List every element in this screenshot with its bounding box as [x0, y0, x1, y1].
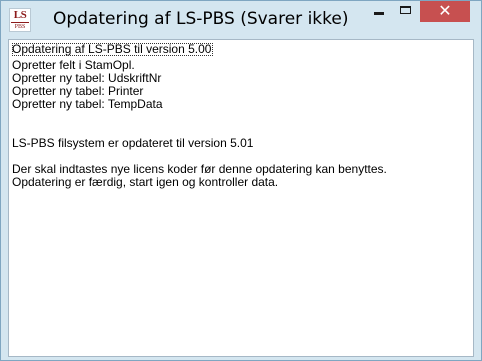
log-line[interactable]	[12, 111, 470, 124]
close-icon: ✕	[438, 1, 452, 20]
title-bar[interactable]: LS PBS Opdatering af LS-PBS (Svarer ikke…	[1, 1, 481, 39]
maximize-button[interactable]	[393, 1, 420, 21]
log-listbox[interactable]: Opdatering af LS-PBS til version 5.00 Op…	[8, 39, 474, 357]
app-icon-top-text: LS	[13, 9, 27, 21]
log-line[interactable]: Opdatering er færdig, start igen og kont…	[12, 176, 470, 189]
maximize-icon	[400, 6, 411, 14]
app-icon-bottom-text: PBS	[11, 22, 29, 31]
log-line[interactable]: Opdatering af LS-PBS til version 5.00	[12, 43, 214, 56]
log-line[interactable]: Opretter ny tabel: TempData	[12, 98, 470, 111]
minimize-button[interactable]	[365, 1, 393, 21]
update-window: LS PBS Opdatering af LS-PBS (Svarer ikke…	[0, 0, 482, 361]
log-line[interactable]	[12, 124, 470, 137]
window-title: Opdatering af LS-PBS (Svarer ikke)	[53, 9, 349, 29]
log-line[interactable]: LS-PBS filsystem er opdateret til versio…	[12, 137, 470, 150]
log-lines: Opdatering af LS-PBS til version 5.00 Op…	[12, 43, 470, 189]
log-line[interactable]: Opretter felt i StamOpl.	[12, 59, 470, 72]
app-icon[interactable]: LS PBS	[9, 8, 31, 32]
close-button[interactable]: ✕	[420, 1, 470, 22]
minimize-icon	[374, 12, 384, 15]
log-line[interactable]: Opretter ny tabel: Printer	[12, 85, 470, 98]
log-line[interactable]: Opretter ny tabel: UdskriftNr	[12, 72, 470, 85]
log-line[interactable]	[12, 150, 470, 163]
log-line[interactable]: Der skal indtastes nye licens koder før …	[12, 163, 470, 176]
